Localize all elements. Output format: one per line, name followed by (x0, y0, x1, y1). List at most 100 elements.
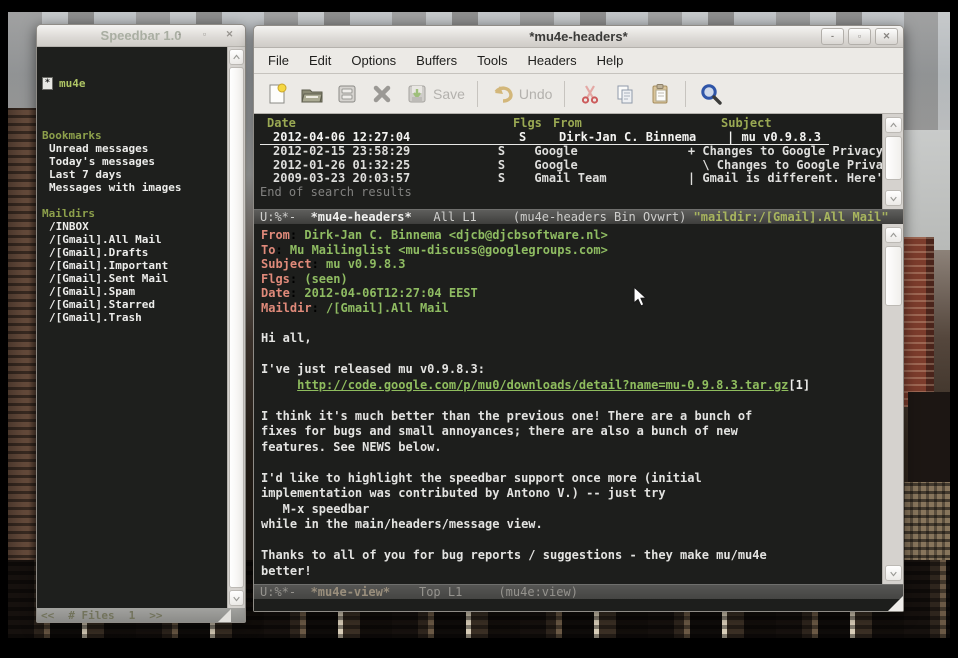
scroll-down-button[interactable] (229, 590, 244, 606)
field-colon: : (312, 301, 326, 315)
speedbar-item[interactable]: /[Gmail].Drafts (42, 246, 227, 259)
menu-options[interactable]: Options (341, 50, 406, 71)
close-buffer-button[interactable] (369, 81, 395, 107)
field-colon: : (290, 228, 304, 242)
scroll-up-button[interactable] (229, 49, 244, 65)
speedbar-item[interactable]: /[Gmail].Sent Mail (42, 272, 227, 285)
modeline-position: All L1 (433, 210, 476, 224)
maximize-button[interactable]: ▫ (194, 27, 215, 42)
scrollbar-thumb[interactable] (885, 136, 902, 180)
scroll-down-button[interactable] (885, 565, 902, 581)
resize-grip[interactable] (218, 609, 231, 622)
body-line: fixes for bugs and small annoyances; the… (261, 424, 903, 440)
modeline-position: Top L1 (419, 585, 462, 599)
close-button[interactable]: ✕ (219, 27, 240, 42)
message-row[interactable]: 2012-04-06 12:27:04SDirk-Jan C. Binnema|… (260, 131, 829, 146)
body-line (261, 393, 903, 409)
menu-help[interactable]: Help (587, 50, 634, 71)
field-colon: : (290, 286, 304, 300)
column-subject[interactable]: Subject (721, 117, 903, 131)
modeline-flags: U:%*- (260, 210, 296, 224)
maximize-button[interactable]: ▫ (848, 28, 871, 45)
save-button[interactable] (404, 81, 430, 107)
status-right-arrows[interactable]: >> (149, 609, 162, 622)
search-button[interactable] (698, 81, 724, 107)
echo-area (254, 599, 903, 611)
minimize-button[interactable]: - (821, 28, 844, 45)
scroll-up-button[interactable] (885, 117, 902, 133)
speedbar-item[interactable]: Unread messages (42, 142, 227, 155)
status-files-label: # Files (68, 609, 114, 622)
headers-scrollbar[interactable] (882, 114, 903, 209)
undo-button[interactable] (490, 81, 516, 107)
menu-tools[interactable]: Tools (467, 50, 517, 71)
resize-grip[interactable] (888, 596, 903, 611)
menu-file[interactable]: File (258, 50, 299, 71)
cell-date: 2009-03-23 20:03:57 (260, 172, 498, 186)
status-left-arrows[interactable]: << (41, 609, 54, 622)
expand-box-icon[interactable]: * (42, 77, 53, 90)
scrollbar-thumb[interactable] (229, 67, 244, 588)
modeline-flags: U:%*- (260, 585, 296, 599)
speedbar-item[interactable]: /[Gmail].Trash (42, 311, 227, 324)
paste-button[interactable] (647, 81, 673, 107)
cell-flags: S (519, 131, 559, 145)
speedbar-root-node[interactable]: * mu4e (42, 77, 227, 90)
mu4e-view-pane: From: Dirk-Jan C. Binnema <djcb@djcbsoft… (254, 224, 903, 584)
speedbar-item[interactable]: Messages with images (42, 181, 227, 194)
view-modeline: U:%*- *mu4e-view* Top L1 (mu4e:view) (254, 584, 903, 599)
message-row[interactable]: 2012-01-26 01:32:25SGoogle \ Changes to … (260, 159, 903, 173)
new-file-button[interactable] (264, 81, 290, 107)
speedbar-statusbar: << # Files 1 >> (37, 608, 245, 622)
modeline-modes: (mu4e-headers Bin Ovwrt) (513, 210, 686, 224)
column-flags[interactable]: Flgs (513, 117, 553, 131)
body-line (261, 347, 903, 363)
copy-button[interactable] (612, 81, 638, 107)
cell-flags: S (498, 145, 535, 159)
window-titlebar[interactable]: *mu4e-headers* - ▫ ✕ (254, 26, 903, 48)
message-row[interactable]: 2012-02-15 23:58:29SGoogle+ Changes to G… (260, 145, 903, 159)
body-line: I've just released mu v0.9.8.3: (261, 362, 903, 378)
field-colon: : (275, 243, 289, 257)
modeline-query: "maildir:/[Gmail].All Mail" (694, 210, 889, 224)
message-row[interactable]: 2009-03-23 20:03:57SGmail Team| Gmail is… (260, 172, 903, 186)
open-folder-button[interactable] (299, 81, 325, 107)
save-as-button[interactable] (334, 81, 360, 107)
cell-from: Google (534, 145, 688, 159)
speedbar-item[interactable]: Last 7 days (42, 168, 227, 181)
speedbar-titlebar[interactable]: Speedbar 1.0 - ▫ ✕ (37, 25, 245, 47)
speedbar-item[interactable]: /[Gmail].Starred (42, 298, 227, 311)
body-link[interactable]: http://code.google.com/p/mu0/downloads/d… (297, 378, 788, 392)
menu-edit[interactable]: Edit (299, 50, 341, 71)
scroll-up-button[interactable] (885, 227, 902, 243)
close-button[interactable]: ✕ (875, 28, 898, 45)
menu-headers[interactable]: Headers (517, 50, 586, 71)
speedbar-item[interactable]: /[Gmail].Important (42, 259, 227, 272)
view-scrollbar[interactable] (882, 224, 903, 584)
link-indent (261, 378, 297, 392)
speedbar-item[interactable]: /[Gmail].Spam (42, 285, 227, 298)
column-date[interactable]: Date (260, 117, 513, 131)
message-header-field: Flgs: (seen) (261, 272, 903, 287)
speedbar-heading: Bookmarks (42, 129, 227, 142)
speedbar-window: Speedbar 1.0 - ▫ ✕ * mu4e BookmarksUnrea… (36, 24, 246, 623)
message-header-field: Maildir: /[Gmail].All Mail (261, 301, 903, 316)
body-link-line: http://code.google.com/p/mu0/downloads/d… (261, 378, 903, 394)
speedbar-item[interactable]: Today's messages (42, 155, 227, 168)
scrollbar-thumb[interactable] (885, 246, 902, 306)
speedbar-scrollbar[interactable] (227, 47, 245, 608)
undo-label: Undo (519, 86, 552, 102)
speedbar-item[interactable]: /[Gmail].All Mail (42, 233, 227, 246)
scroll-down-button[interactable] (885, 190, 902, 206)
body-line: M-x speedbar (261, 502, 903, 518)
minimize-button[interactable]: - (169, 27, 190, 42)
toolbar-separator (685, 81, 686, 107)
cut-button[interactable] (577, 81, 603, 107)
speedbar-root-label[interactable]: mu4e (59, 77, 86, 90)
cell-flags: S (498, 172, 535, 186)
toolbar-separator (477, 81, 478, 107)
column-from[interactable]: From (553, 117, 721, 131)
speedbar-item[interactable]: /INBOX (42, 220, 227, 233)
field-label: Maildir (261, 301, 312, 315)
menu-buffers[interactable]: Buffers (406, 50, 467, 71)
